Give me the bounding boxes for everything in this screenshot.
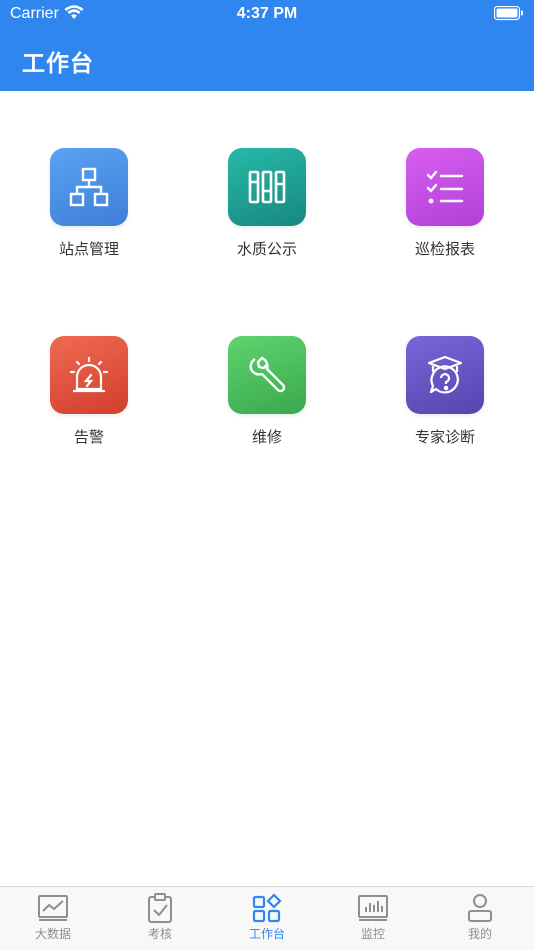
tile-icon-bg [50, 336, 128, 414]
tile-label: 专家诊断 [414, 428, 475, 446]
tab-mine[interactable]: 我的 [427, 893, 533, 942]
tile-expert-diagnosis[interactable]: 专家诊断 [375, 336, 515, 447]
tab-label: 我的 [467, 927, 492, 941]
header-bar: Carrier 4:37 PM 工作台 [0, 0, 534, 91]
tile-label: 站点管理 [58, 240, 119, 258]
grid-icon [252, 893, 282, 923]
checklist-icon [426, 170, 464, 204]
status-bar: Carrier 4:37 PM [0, 0, 534, 28]
battery-icon [493, 5, 524, 25]
app-screen: Carrier 4:37 PM 工作台 站点管理 水质公示 巡检报表 告警 维修… [0, 0, 534, 950]
wrench-icon [249, 356, 286, 393]
tile-label: 维修 [251, 428, 282, 446]
graduation-help-icon [427, 355, 463, 394]
tile-icon-bg [50, 148, 128, 226]
tab-bar: 大数据 考核 工作台 监控 我的 [0, 886, 534, 950]
tile-repair[interactable]: 维修 [197, 336, 337, 447]
tab-label: 大数据 [34, 927, 71, 941]
tile-label: 巡检报表 [414, 240, 475, 258]
clipboard-check-icon [148, 893, 172, 923]
tile-icon-bg [406, 336, 484, 414]
tile-icon-bg [406, 148, 484, 226]
tile-alarm[interactable]: 告警 [19, 336, 159, 447]
tile-label: 水质公示 [236, 240, 297, 258]
tile-water-quality[interactable]: 水质公示 [197, 148, 337, 259]
time-label: 4:37 PM [236, 5, 298, 22]
tab-label: 考核 [147, 927, 172, 941]
columns-icon [248, 170, 286, 204]
tab-workbench[interactable]: 工作台 [214, 893, 320, 942]
tile-inspection-report[interactable]: 巡检报表 [375, 148, 515, 259]
tile-icon-bg [228, 336, 306, 414]
chart-icon [38, 895, 68, 921]
tab-assessment[interactable]: 考核 [107, 893, 213, 942]
tile-label: 告警 [73, 428, 104, 446]
monitor-icon [358, 895, 388, 921]
tab-label: 监控 [360, 927, 385, 941]
sitemap-icon [69, 167, 109, 207]
person-icon [468, 894, 492, 922]
tile-icon-bg [228, 148, 306, 226]
page-title: 工作台 [22, 51, 94, 77]
tab-monitoring[interactable]: 监控 [320, 893, 426, 942]
tab-label: 工作台 [248, 927, 285, 941]
tile-site-management[interactable]: 站点管理 [19, 148, 159, 259]
alarm-light-icon [69, 356, 109, 393]
tab-big-data[interactable]: 大数据 [0, 893, 106, 942]
